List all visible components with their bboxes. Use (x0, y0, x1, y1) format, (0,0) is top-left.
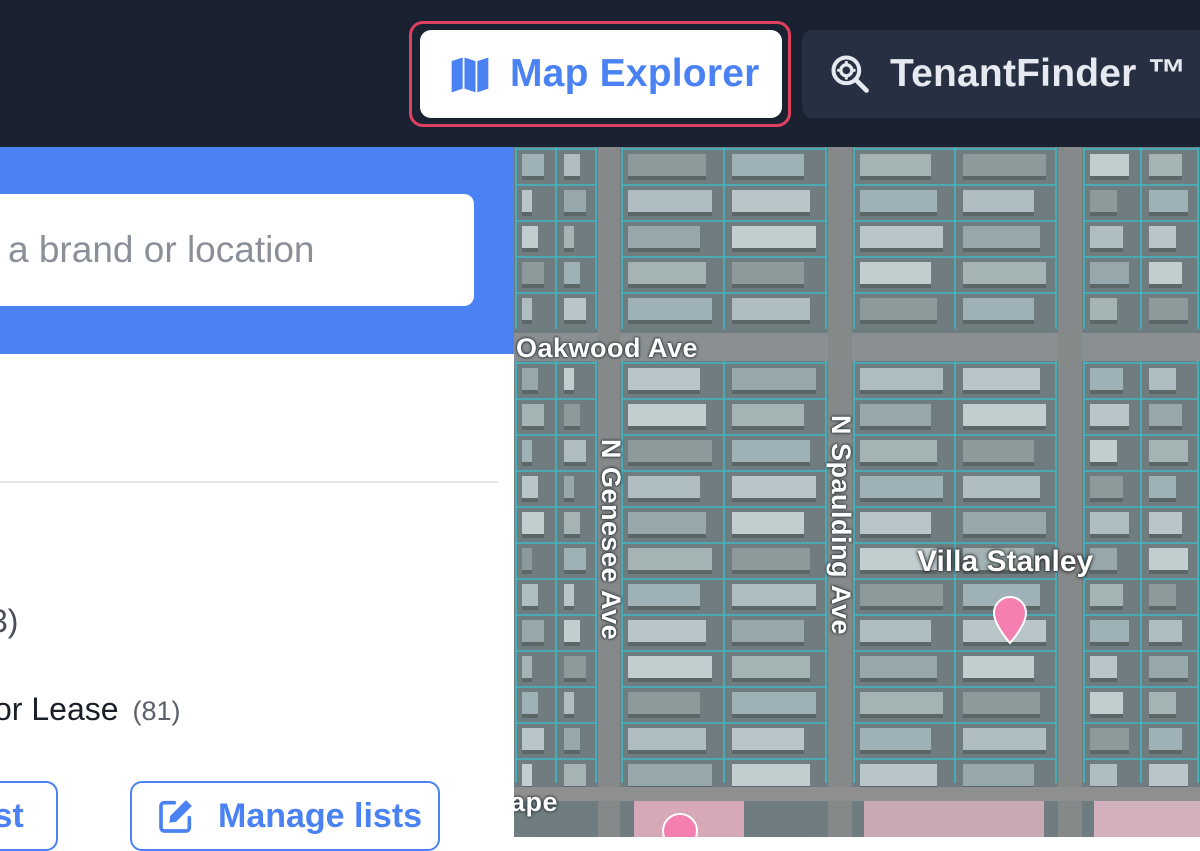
tenant-finder-label: TenantFinder ™ (890, 52, 1187, 95)
map-explorer-tab[interactable]: Map Explorer (420, 30, 782, 118)
list-item-count: (81) (132, 696, 181, 726)
left-sidebar-panel: a brand or location 3) or Lease (81) ist… (0, 147, 514, 851)
search-header: a brand or location (0, 147, 514, 354)
satellite-map[interactable]: Oakwood Ave N Genesee Ave N Spaulding Av… (514, 147, 1200, 837)
street-label-partial: ape (514, 787, 559, 817)
map-icon (448, 52, 492, 96)
list-button[interactable]: ist (0, 781, 58, 851)
section-divider (0, 481, 498, 483)
manage-lists-button[interactable]: Manage lists (130, 781, 440, 851)
search-placeholder: a brand or location (8, 229, 315, 270)
map-pin-icon[interactable] (990, 595, 1030, 650)
search-target-icon (828, 52, 872, 96)
map-pin-icon-partial[interactable] (660, 811, 700, 837)
street-label-spaulding: N Spaulding Ave (826, 415, 856, 636)
edit-icon (156, 796, 196, 836)
tenant-finder-tab[interactable]: TenantFinder ™ (802, 30, 1200, 118)
list-item-for-lease[interactable]: or Lease (81) (0, 691, 181, 728)
list-item-label: or Lease (0, 691, 119, 727)
search-input[interactable]: a brand or location (0, 194, 474, 306)
manage-lists-label: Manage lists (218, 796, 423, 835)
top-navigation-bar: Map Explorer TenantFinder ™ (0, 0, 1200, 147)
poi-label-villa-stanley: Villa Stanley (917, 545, 1094, 578)
street-label-oakwood: Oakwood Ave (516, 333, 699, 363)
street-label-genesee: N Genesee Ave (596, 439, 626, 641)
map-explorer-label: Map Explorer (510, 52, 760, 95)
list-count-fragment: 3) (0, 603, 19, 639)
list-button-label: ist (0, 796, 24, 835)
